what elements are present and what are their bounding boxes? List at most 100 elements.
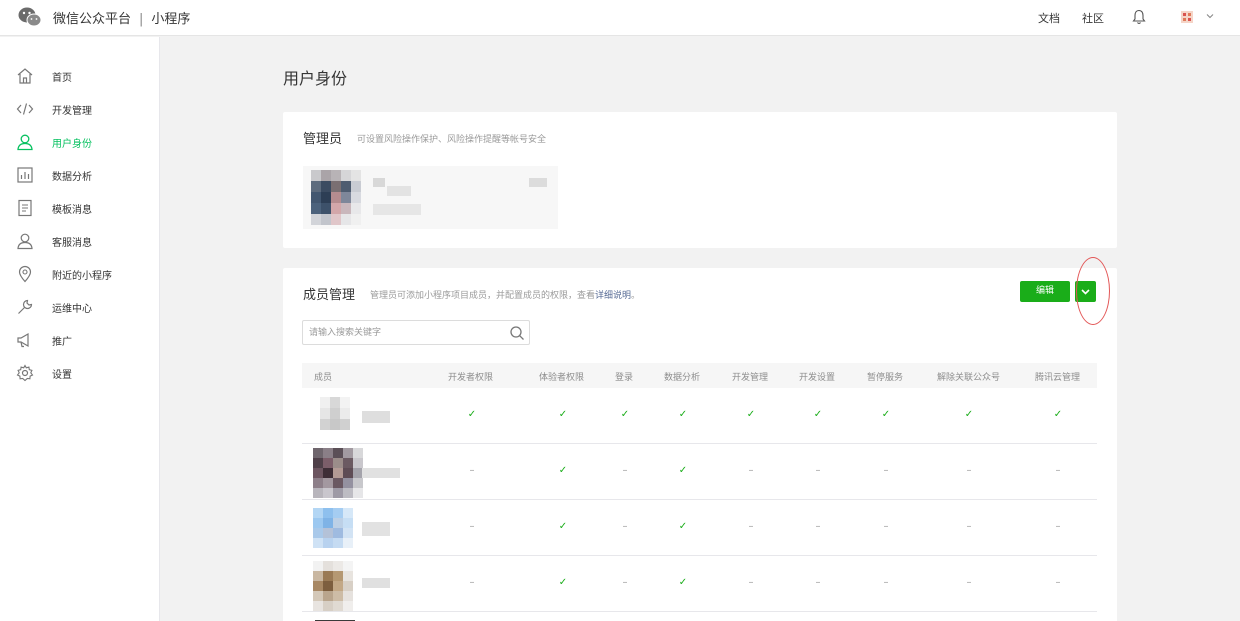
column-header-member: 成员	[314, 373, 333, 383]
permission-cell: –	[469, 577, 475, 588]
sidebar-item-template-messages[interactable]: 模板消息	[0, 191, 159, 224]
permission-cell: ✓	[813, 409, 823, 420]
bar-chart-icon	[17, 167, 33, 183]
sidebar-item-label: 推广	[52, 337, 72, 348]
permission-cell: ✓	[678, 409, 688, 420]
avatar	[313, 508, 353, 548]
permission-cell: ✓	[746, 409, 756, 420]
permission-cell: –	[883, 521, 889, 532]
sidebar-item-promotion[interactable]: 推广	[0, 323, 159, 356]
sidebar-item-user-identity[interactable]: 用户身份	[0, 125, 159, 158]
user-icon	[17, 134, 33, 151]
brand-title[interactable]: 微信公众平台 | 小程序	[53, 8, 190, 27]
permission-cell: –	[622, 577, 628, 588]
column-header-developer: 开发者权限	[448, 373, 494, 383]
admin-description: 可设置风险操作保护、风险操作提醒等帐号安全	[357, 135, 547, 145]
sidebar-item-label: 客服消息	[52, 238, 92, 249]
members-title: 成员管理	[303, 288, 356, 303]
table-row[interactable]: ✓ ✓ ✓ ✓ ✓ ✓ ✓ ✓ ✓	[302, 389, 1097, 444]
customer-service-icon	[17, 233, 33, 250]
member-name-blurred	[362, 411, 390, 423]
permission-cell: ✓	[558, 577, 568, 588]
column-header-dev-settings: 开发设置	[799, 373, 836, 383]
permission-cell: –	[748, 465, 754, 476]
permission-cell: ✓	[558, 409, 568, 420]
details-link[interactable]: 详细说明	[595, 291, 631, 301]
permission-cell: ✓	[1053, 409, 1063, 420]
permission-cell: –	[966, 577, 972, 588]
bell-icon[interactable]	[1132, 9, 1146, 25]
home-icon	[17, 68, 33, 84]
permission-cell: –	[1055, 577, 1061, 588]
permission-cell: –	[883, 465, 889, 476]
avatar	[311, 170, 361, 225]
permission-cell: ✓	[558, 521, 568, 532]
search-field	[302, 320, 530, 345]
avatar	[313, 561, 353, 611]
wrench-icon	[18, 299, 33, 314]
members-description-text: 管理员可添加小程序项目成员，并配置成员的权限，查看	[370, 291, 596, 301]
permission-cell: –	[1055, 521, 1061, 532]
avatar-icon[interactable]	[1181, 11, 1193, 23]
sidebar-item-ops-center[interactable]: 运维中心	[0, 290, 159, 323]
column-header-tencent-cloud: 腾讯云管理	[1035, 373, 1081, 383]
sidebar-item-data-analysis[interactable]: 数据分析	[0, 158, 159, 191]
sidebar-item-dev-management[interactable]: 开发管理	[0, 92, 159, 125]
sidebar-item-label: 设置	[52, 370, 72, 381]
permission-cell: –	[469, 465, 475, 476]
avatar	[320, 397, 350, 430]
column-header-login: 登录	[615, 373, 634, 383]
brand-name: 微信公众平台	[53, 12, 132, 27]
table-row[interactable]: – ✓ – ✓ – – – – –	[302, 501, 1097, 556]
table-row[interactable]: – ✓ – ✓ – – – – –	[302, 557, 1097, 612]
community-link[interactable]: 社区	[1082, 10, 1104, 26]
edit-button[interactable]: 编辑	[1020, 281, 1070, 302]
sidebar-item-label: 首页	[52, 73, 72, 84]
main-content: 用户身份 管理员 可设置风险操作保护、风险操作提醒等帐号安全 成员管理 管理员可…	[161, 37, 1240, 621]
docs-link[interactable]: 文档	[1038, 10, 1060, 26]
sidebar-item-label: 数据分析	[52, 172, 92, 183]
column-header-pause-service: 暂停服务	[867, 373, 904, 383]
permission-cell: –	[622, 465, 628, 476]
permission-cell: ✓	[558, 465, 568, 476]
sidebar-item-label: 运维中心	[52, 304, 92, 315]
product-name: 小程序	[151, 12, 191, 27]
permission-cell: –	[815, 521, 821, 532]
permission-cell: –	[966, 465, 972, 476]
permission-cell: –	[815, 577, 821, 588]
avatar	[313, 448, 363, 498]
search-input[interactable]	[309, 326, 499, 340]
page-title: 用户身份	[283, 69, 348, 88]
permission-cell: –	[748, 521, 754, 532]
permission-cell: –	[622, 521, 628, 532]
sidebar-item-customer-service[interactable]: 客服消息	[0, 224, 159, 257]
table-row[interactable]: – ✓ – ✓ – – – – –	[302, 445, 1097, 500]
sidebar-item-label: 模板消息	[52, 205, 92, 216]
permission-cell: ✓	[467, 409, 477, 420]
admin-title: 管理员	[303, 132, 343, 147]
code-icon	[16, 103, 34, 115]
sidebar: 首页 开发管理 用户身份 数据分析 模板消息 客服消息 附近的小程序 运维中心 …	[0, 37, 160, 621]
column-header-data-analysis: 数据分析	[664, 373, 701, 383]
sidebar-item-settings[interactable]: 设置	[0, 356, 159, 389]
column-header-unlink-account: 解除关联公众号	[937, 373, 1001, 383]
sidebar-item-home[interactable]: 首页	[0, 59, 159, 92]
admin-profile-blurred	[303, 166, 558, 229]
sidebar-item-label: 附近的小程序	[52, 271, 112, 282]
permission-cell: –	[1055, 465, 1061, 476]
permission-cell: ✓	[678, 465, 688, 476]
member-name-blurred	[362, 578, 390, 588]
chevron-down-icon[interactable]	[1205, 11, 1215, 21]
permission-cell: ✓	[620, 409, 630, 420]
column-header-dev-management: 开发管理	[732, 373, 769, 383]
member-name-blurred	[362, 468, 400, 478]
members-card: 成员管理 管理员可添加小程序项目成员，并配置成员的权限，查看详细说明。 编辑 成…	[283, 257, 1117, 621]
search-icon[interactable]	[509, 325, 525, 341]
megaphone-icon	[17, 332, 29, 348]
sidebar-item-label: 用户身份	[52, 139, 92, 150]
location-pin-icon	[18, 265, 32, 283]
sidebar-item-nearby-mini-programs[interactable]: 附近的小程序	[0, 257, 159, 290]
wechat-logo-icon[interactable]	[18, 6, 42, 28]
document-icon	[18, 199, 32, 217]
permission-cell: –	[883, 577, 889, 588]
